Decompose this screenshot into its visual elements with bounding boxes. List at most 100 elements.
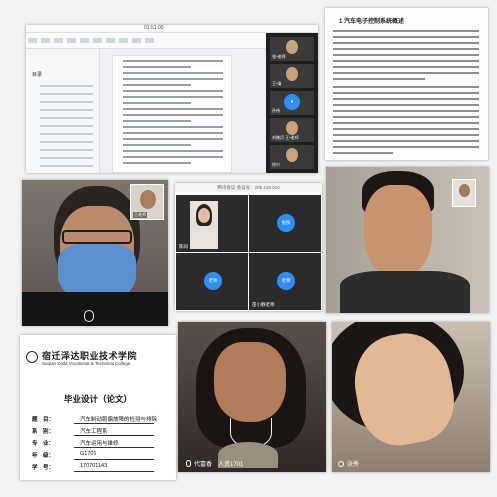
- paper-text-line: [333, 116, 479, 118]
- user-icon: [338, 461, 344, 467]
- participant-tile[interactable]: ● 孙伟: [270, 91, 314, 115]
- toolbar-icon[interactable]: [80, 38, 89, 43]
- thesis-cover-panel: 宿迁泽达职业技术学院 Suqian Zeda Vocational & Tech…: [20, 335, 176, 480]
- paper-text-line: [333, 152, 393, 154]
- field-label: 专 业：: [32, 441, 55, 447]
- screen-share-topbar: 01:51:00: [26, 25, 318, 33]
- participant-tile[interactable]: 张*老师: [270, 37, 314, 61]
- video-caption: 张秀: [338, 459, 359, 468]
- field-label: 学 号：: [32, 465, 55, 471]
- toolbar-icon[interactable]: [119, 38, 128, 43]
- participant-name: 张秀: [347, 462, 360, 468]
- participant-name: 徐兴: [272, 162, 280, 167]
- participant-name: 陈同: [179, 244, 188, 249]
- participant-video: [286, 40, 298, 54]
- toolbar-icon[interactable]: [67, 38, 76, 43]
- student-video-closeup: 张秀: [332, 322, 490, 472]
- document-toolbar: [26, 33, 266, 49]
- paper-text-line: [333, 86, 479, 88]
- participant-tile[interactable]: 刘晓月 王*老师: [270, 118, 314, 142]
- video-cell[interactable]: 老师 苗小静老师: [249, 253, 321, 310]
- student-shirt: [22, 292, 168, 326]
- field-value: 汽车运用与维修: [80, 441, 119, 447]
- glasses: [62, 230, 132, 244]
- paper-text-line: [333, 78, 425, 80]
- toolbar-icon[interactable]: [106, 38, 115, 43]
- microphone-icon[interactable]: [186, 460, 191, 467]
- paper-text-line: [333, 104, 479, 106]
- paper-text-line: [333, 48, 479, 50]
- toolbar-icon[interactable]: [132, 38, 141, 43]
- participant-name: 刘晓月 王*老师: [272, 135, 299, 140]
- avatar: 张技: [277, 214, 295, 232]
- paper-text-line: [333, 92, 479, 94]
- teacher-pip-video[interactable]: [452, 179, 476, 207]
- paper-text-line: [333, 134, 479, 136]
- meeting-title-bar: 腾讯会议 会议号：205 218 010: [175, 183, 322, 193]
- participant-name: 王*清: [272, 81, 282, 86]
- participant-tile[interactable]: 王*清: [270, 64, 314, 88]
- paper-page-panel: 1 汽车电子控制系统概述: [325, 8, 488, 160]
- participant-video: [286, 67, 298, 81]
- participant-video: [286, 148, 298, 162]
- video-caption: 代富香 人资1701: [186, 459, 243, 468]
- thesis-title: 毕业设计（论文）: [63, 394, 132, 404]
- participant-name: 苗小静老师: [252, 302, 275, 307]
- participant-name: 孙伟: [272, 108, 280, 113]
- student-shirt: [340, 271, 470, 313]
- video-cell[interactable]: 张技: [249, 195, 321, 252]
- participant-tile[interactable]: 徐兴: [270, 145, 314, 169]
- avatar: 老师: [277, 272, 295, 290]
- participant-name: 张*老师: [272, 54, 286, 59]
- photo-collage: 01:51:00 目录 张*老师 王*清 ● 孙伟 刘晓月 王*老师 徐兴 1 …: [0, 0, 497, 497]
- field-label: 年 级：: [32, 453, 55, 459]
- school-emblem-icon: [26, 351, 38, 363]
- paper-text-line: [333, 42, 479, 44]
- student-video-earphones: 代富香 人资1701: [178, 322, 326, 472]
- avatar: 老师: [204, 272, 222, 290]
- school-name-en: Suqian Zeda Vocational & Technical Colle…: [42, 361, 131, 366]
- screen-share-panel: 01:51:00 目录 张*老师 王*清 ● 孙伟 刘晓月 王*老师 徐兴: [26, 25, 318, 173]
- toolbar-icon[interactable]: [145, 38, 154, 43]
- pip-name: 王老师: [133, 212, 147, 218]
- call-timer: 01:51:00: [144, 25, 164, 31]
- video-cell[interactable]: 老师: [176, 253, 248, 310]
- student-face: [214, 342, 286, 422]
- paper-text-line: [333, 122, 479, 124]
- document-nav-pane: 目录: [26, 49, 100, 173]
- toolbar-icon[interactable]: [93, 38, 102, 43]
- toolbar-icon[interactable]: [28, 38, 37, 43]
- paper-text-line: [333, 140, 479, 142]
- field-label: 系 别：: [32, 429, 55, 435]
- field-value: 170701143: [80, 463, 108, 469]
- participant-sidebar: 张*老师 王*清 ● 孙伟 刘晓月 王*老师 徐兴: [266, 33, 318, 173]
- teacher-pip-video[interactable]: 王老师: [130, 184, 164, 220]
- field-value: 汽车工程系: [80, 429, 108, 435]
- meeting-grid-panel: 腾讯会议 会议号：205 218 010 陈同 张技 老师 老师 苗小静老师: [175, 183, 322, 311]
- paper-text-line: [333, 66, 479, 68]
- nav-title: 目录: [32, 72, 43, 78]
- toolbar-icon[interactable]: [54, 38, 63, 43]
- field-value: G1701: [80, 451, 97, 457]
- participant-avatar: ●: [284, 94, 300, 110]
- field-label: 题 目：: [32, 417, 55, 423]
- student-video-panel: [326, 167, 489, 313]
- microphone-icon[interactable]: [84, 310, 94, 322]
- paper-text-line: [333, 98, 479, 100]
- paper-text-line: [333, 110, 479, 112]
- student-face: [364, 185, 432, 277]
- paper-text-line: [333, 36, 479, 38]
- paper-text-line: [333, 146, 479, 148]
- paper-text-line: [333, 54, 479, 56]
- participant-video: [190, 201, 218, 249]
- paper-text-line: [333, 60, 479, 62]
- paper-heading: 1 汽车电子控制系统概述: [339, 19, 405, 25]
- paper-text-line: [333, 72, 479, 74]
- video-cell[interactable]: 陈同: [176, 195, 248, 252]
- masked-student-video: 王老师: [22, 180, 168, 326]
- document-page[interactable]: [112, 55, 232, 173]
- paper-text-line: [333, 128, 479, 130]
- toolbar-icon[interactable]: [41, 38, 50, 43]
- field-value: 汽车制动跑偏故障的检测与排除: [80, 417, 158, 423]
- paper-text-line: [333, 30, 479, 32]
